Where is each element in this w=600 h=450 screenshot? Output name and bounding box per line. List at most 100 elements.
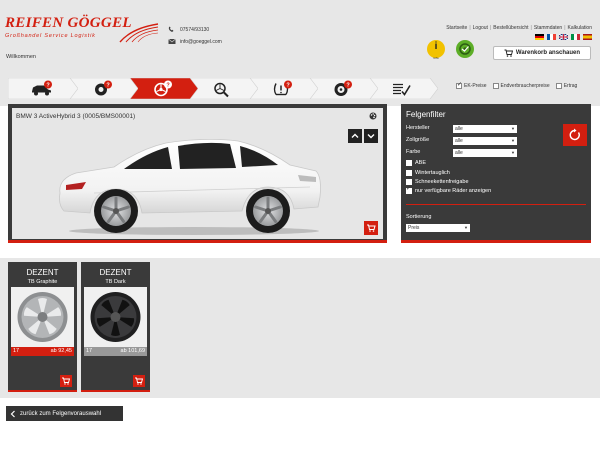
option-ertrag[interactable]: Ertrag xyxy=(555,83,578,89)
filter-schneekettenfreigabe[interactable]: Schneekettenfreigabe xyxy=(406,179,469,185)
filter-zollgroesse-value: alle xyxy=(455,138,463,144)
wheel-check-button[interactable] xyxy=(456,40,474,58)
wheel-price-bar: 17 ab 92,45 xyxy=(11,347,74,356)
add-to-cart-button[interactable] xyxy=(364,221,378,235)
wheel-size: 17 xyxy=(13,348,20,354)
rim-filter-panel: Felgenfilter Hersteller alle ▼ Zollgröße … xyxy=(401,104,591,243)
filter-nur-verfuegbare[interactable]: nur verfügbare Räder anzeigen xyxy=(406,185,492,194)
chevron-left-icon xyxy=(10,410,15,417)
view-cart-button[interactable]: Warenkorb anschauen xyxy=(493,46,591,60)
vehicle-title: BMW 3 ActiveHybrid 3 (0005/BMS00001) xyxy=(16,113,136,120)
nav-startseite[interactable]: Startseite xyxy=(446,25,467,31)
header: REIFEN GÖGGEL Großhandel Service Logisti… xyxy=(0,0,600,64)
logo-tagline: Großhandel Service Logistik xyxy=(5,33,96,39)
cart-icon xyxy=(62,377,71,385)
wheel-check-icon xyxy=(459,43,471,55)
flag-gb-icon[interactable] xyxy=(559,34,568,40)
caret-down-icon: ▼ xyxy=(511,150,515,155)
wheel-image[interactable] xyxy=(84,287,147,347)
price-options: EK-Preise Endverbraucherpreise Ertrag xyxy=(456,81,578,89)
back-button-label: zurück zum Felgenvorauswahl xyxy=(20,410,102,417)
palette-icon[interactable] xyxy=(369,112,377,122)
nav-bestelluebersicht[interactable]: Bestellübersicht xyxy=(493,25,528,31)
filter-farbe-label: Farbe xyxy=(406,149,421,155)
language-flags xyxy=(535,34,592,40)
filter-nur-verfuegbare-checkbox[interactable] xyxy=(406,185,412,194)
cart-icon xyxy=(367,224,376,232)
filter-abe-checkbox[interactable] xyxy=(406,160,412,166)
wizard-step[interactable] xyxy=(368,78,438,99)
filter-wintertauglich[interactable]: Wintertauglich xyxy=(406,170,450,176)
height-up-button[interactable] xyxy=(348,129,362,143)
wheel-card[interactable]: DEZENT TB Dark 17 ab 101,69 xyxy=(81,262,150,392)
cart-icon xyxy=(504,49,513,57)
option-ek-preise[interactable]: EK-Preise xyxy=(456,81,487,89)
filter-zollgroesse-select[interactable]: alle ▼ xyxy=(453,137,517,145)
sort-select[interactable]: Preis ▼ xyxy=(406,224,470,232)
sort-value: Preis xyxy=(408,225,420,231)
wizard-step[interactable]: ? xyxy=(68,78,138,99)
info-button-label: Info xyxy=(433,56,439,60)
option-ek-preise-checkbox[interactable] xyxy=(456,81,462,89)
filter-farbe-select[interactable]: alle ▼ xyxy=(453,149,517,157)
caret-down-icon: ▼ xyxy=(511,126,515,131)
vehicle-preview: BMW 3 ActiveHybrid 3 (0005/BMS00001) xyxy=(12,108,383,239)
view-cart-label: Warenkorb anschauen xyxy=(515,50,581,56)
filter-abe-label: ABE xyxy=(415,160,427,166)
filter-nur-verfuegbare-label: nur verfügbare Räder anzeigen xyxy=(415,188,492,194)
wheel-add-to-cart-button[interactable] xyxy=(60,375,72,387)
filter-wintertauglich-checkbox[interactable] xyxy=(406,170,412,176)
option-ertrag-label: Ertrag xyxy=(563,83,578,89)
nav-stammdaten[interactable]: Stammdaten xyxy=(534,25,562,31)
filter-hersteller-label: Hersteller xyxy=(406,125,430,131)
wheel-brand: DEZENT xyxy=(99,268,132,277)
nav-kalkulation[interactable]: Kalkulation xyxy=(568,25,592,31)
logo-name: REIFEN GÖGGEL xyxy=(5,15,132,31)
height-down-button[interactable] xyxy=(364,129,378,143)
option-endverbraucherpreise-label: Endverbraucherpreise xyxy=(500,83,550,89)
vehicle-panel: BMW 3 ActiveHybrid 3 (0005/BMS00001) xyxy=(8,104,387,243)
wizard-step[interactable]: ? xyxy=(8,78,78,99)
flag-es-icon[interactable] xyxy=(583,34,592,40)
wizard-step[interactable]: ? xyxy=(308,78,378,99)
option-endverbraucherpreise-checkbox[interactable] xyxy=(492,83,499,89)
wheel-size: 17 xyxy=(86,348,93,354)
sort-label: Sortierung xyxy=(406,214,432,220)
contact-email[interactable]: info@goeggel.com xyxy=(168,38,222,45)
option-ertrag-checkbox[interactable] xyxy=(555,83,562,89)
wizard-step[interactable]: ? xyxy=(248,78,318,99)
wheel-model: TB Dark xyxy=(105,279,126,285)
welcome-text: Willkommen xyxy=(6,54,36,60)
flag-fr-icon[interactable] xyxy=(547,34,556,40)
email-address: info@goeggel.com xyxy=(180,38,222,45)
chevron-down-icon xyxy=(367,134,375,139)
reset-filter-button[interactable] xyxy=(563,124,587,146)
wizard-step[interactable]: ? xyxy=(128,78,198,99)
reset-icon xyxy=(569,128,580,141)
filter-hersteller-select[interactable]: alle ▼ xyxy=(453,125,517,133)
wheel-brand: DEZENT xyxy=(26,268,59,277)
steps-bar: ????? EK-Preise Endverbraucherpreise Ert… xyxy=(0,64,600,106)
caret-down-icon: ▼ xyxy=(511,138,515,143)
filter-zollgroesse-label: Zollgröße xyxy=(406,137,430,143)
wheel-price: ab 101,69 xyxy=(120,348,145,354)
logo-swoosh-icon xyxy=(119,23,159,43)
filter-schneekettenfreigabe-label: Schneekettenfreigabe xyxy=(415,179,469,185)
nav-logout[interactable]: Logout xyxy=(473,25,488,31)
wheel-card[interactable]: DEZENT TB Graphite 17 ab 92,45 xyxy=(8,262,77,392)
wheel-image[interactable] xyxy=(11,287,74,347)
filter-abe[interactable]: ABE xyxy=(406,160,426,166)
caret-down-icon: ▼ xyxy=(464,225,468,230)
phone-icon xyxy=(168,26,174,32)
back-to-preselection-button[interactable]: zurück zum Felgenvorauswahl xyxy=(6,406,123,421)
wheel-price: ab 92,45 xyxy=(50,348,72,354)
flag-it-icon[interactable] xyxy=(571,34,580,40)
wizard-step[interactable] xyxy=(188,78,258,99)
filter-wintertauglich-label: Wintertauglich xyxy=(415,170,450,176)
flag-de-icon[interactable] xyxy=(535,34,544,40)
option-endverbraucherpreise[interactable]: Endverbraucherpreise xyxy=(492,83,550,89)
filter-farbe-value: alle xyxy=(455,150,463,156)
car-image xyxy=(59,139,321,235)
logo[interactable]: REIFEN GÖGGEL Großhandel Service Logisti… xyxy=(5,15,132,39)
wheel-add-to-cart-button[interactable] xyxy=(133,375,145,387)
